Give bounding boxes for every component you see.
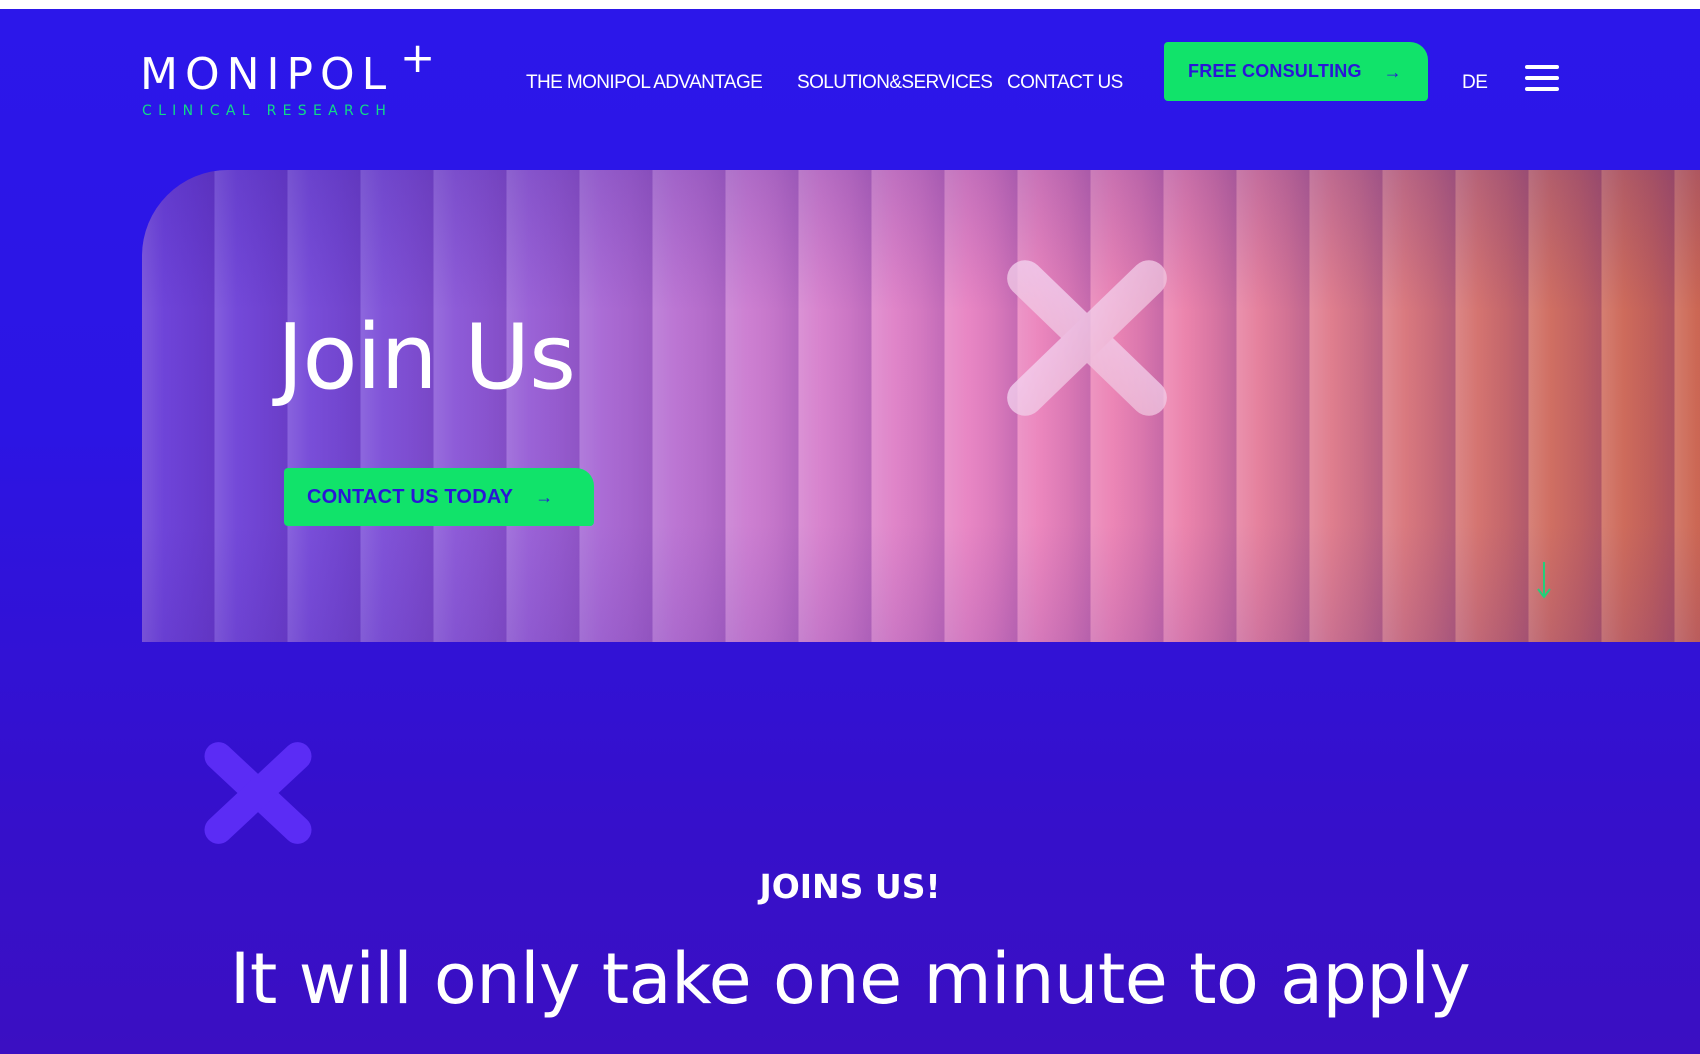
- x-cross-icon: [204, 742, 312, 844]
- nav-item-monipol-advantage[interactable]: THE MONIPOL ADVANTAGE: [526, 63, 763, 103]
- logo-wordmark: MONIPOL: [140, 49, 394, 100]
- free-consulting-label: FREE CONSULTING: [1188, 61, 1362, 81]
- monipol-logo[interactable]: MONIPOL + CLINICAL RESEARCH: [140, 37, 440, 125]
- free-consulting-button[interactable]: FREE CONSULTING →: [1164, 42, 1428, 101]
- arrow-right-icon: →: [1383, 61, 1402, 82]
- arrow-right-icon: →: [535, 487, 554, 507]
- logo-tagline: CLINICAL RESEARCH: [142, 103, 393, 119]
- nav-item-contact-us[interactable]: CONTACT US: [1007, 63, 1123, 103]
- contact-us-today-button[interactable]: CONTACT US TODAY →: [284, 468, 594, 526]
- section-eyebrow: JOINS US!: [759, 867, 941, 906]
- nav-item-solution-services[interactable]: SOLUTION&SERVICES: [797, 63, 993, 103]
- contact-us-today-label: CONTACT US TODAY: [307, 485, 514, 508]
- page: MONIPOL + CLINICAL RESEARCH THE MONIPOL …: [0, 9, 1700, 1054]
- hamburger-icon[interactable]: [1525, 61, 1561, 95]
- logo-plus-icon: +: [400, 33, 436, 82]
- arrow-down-icon[interactable]: [1537, 560, 1551, 600]
- hero-banner: Join Us CONTACT US TODAY →: [142, 170, 1700, 642]
- x-cross-icon: [1007, 260, 1167, 416]
- hero-title: Join Us: [277, 305, 576, 410]
- section-headline: It will only take one minute to apply: [229, 938, 1471, 1020]
- language-switch[interactable]: DE: [1462, 63, 1488, 103]
